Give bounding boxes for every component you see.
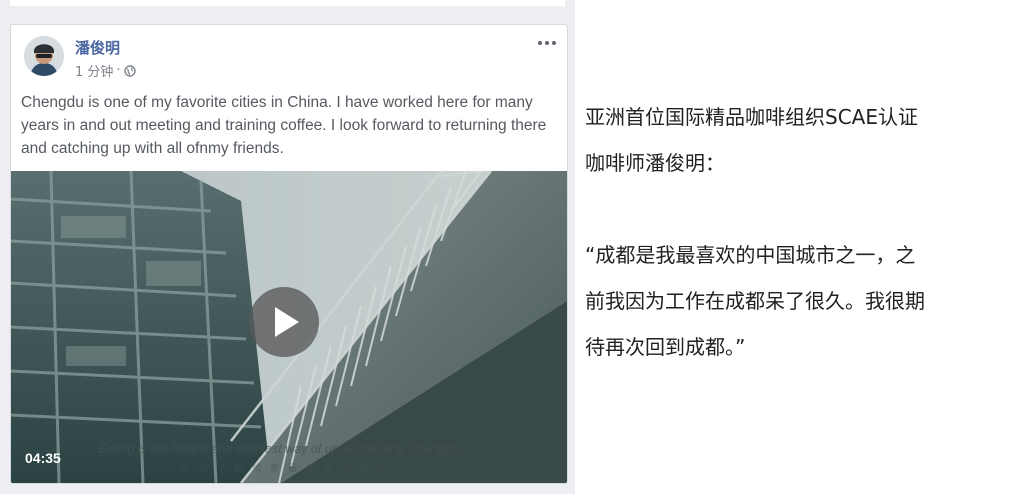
- quote-line-1: “成都是我最喜欢的中国城市之一，之: [585, 243, 916, 267]
- quote-line-3: 待再次回到成都。”: [585, 335, 746, 359]
- post-text: Chengdu is one of my favorite cities in …: [21, 94, 547, 157]
- quote-line-2: 前我因为工作在成都呆了很久。我很期: [585, 289, 925, 313]
- avatar[interactable]: [24, 36, 64, 76]
- play-icon: [275, 307, 299, 337]
- meta-separator: ·: [116, 63, 121, 78]
- post-meta: 1 分钟 ·: [75, 61, 136, 80]
- more-dot: [545, 41, 549, 45]
- previous-post-edge: [10, 0, 565, 6]
- play-button[interactable]: [249, 287, 319, 357]
- more-dot: [538, 41, 542, 45]
- video-subtitle: Eating is the fastest and simplest way o…: [99, 442, 462, 456]
- quote-intro-line-1: 亚洲首位国际精品咖啡组织SCAE认证: [585, 105, 918, 129]
- quote-intro-line-2: 咖啡师潘俊明：: [585, 151, 725, 175]
- globe-icon[interactable]: [123, 64, 136, 77]
- author-name[interactable]: 潘俊明: [75, 37, 120, 58]
- post-time[interactable]: 1 分钟: [75, 61, 113, 80]
- facebook-post-card: 潘俊明 1 分钟 · Chengdu is one of my favorite…: [10, 24, 568, 484]
- more-dot: [552, 41, 556, 45]
- more-options-icon[interactable]: [535, 35, 559, 51]
- video-duration: 04:35: [25, 450, 61, 466]
- video-subtitle-chinese: 吃 是 了 解 成 都 最 快 捷 简 单 的 方 式: [181, 464, 426, 474]
- quote-panel: 亚洲首位国际精品咖啡组织SCAE认证 咖啡师潘俊明： “成都是我最喜欢的中国城市…: [585, 94, 1015, 370]
- video-player[interactable]: Eating is the fastest and simplest way o…: [11, 171, 567, 483]
